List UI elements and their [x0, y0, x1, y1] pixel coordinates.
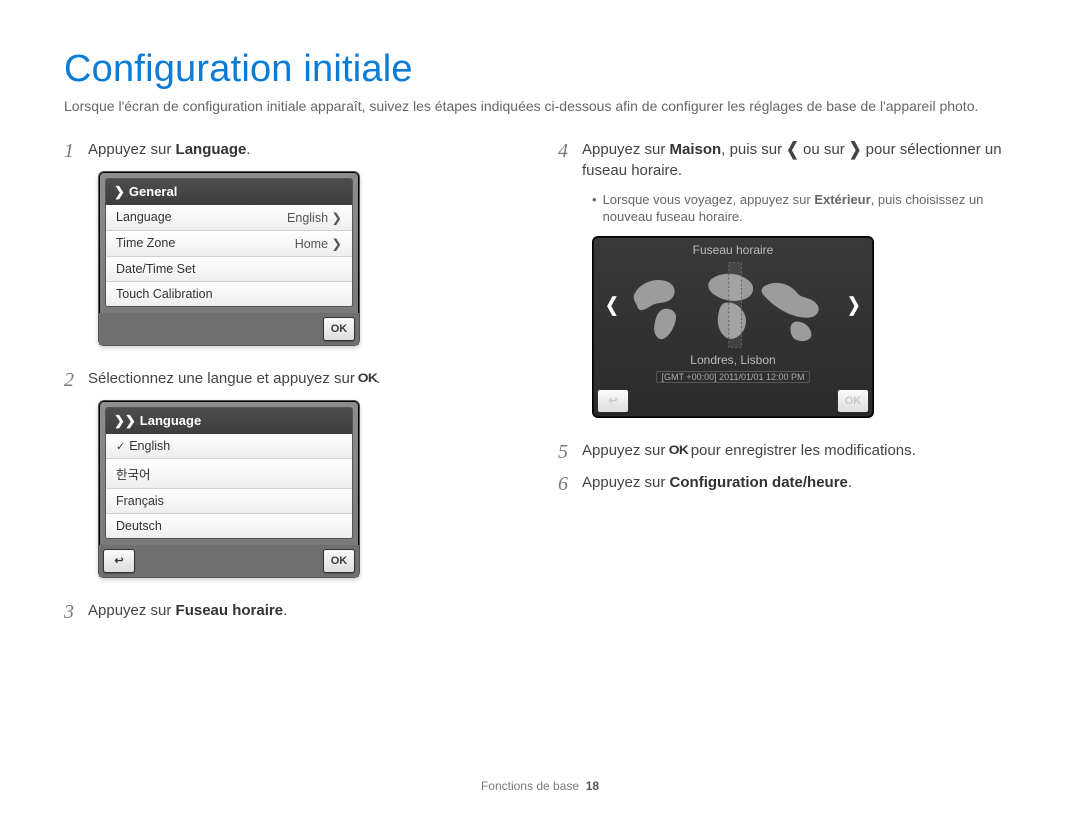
step-5: 5 Appuyez sur OK pour enregistrer les mo… — [558, 440, 1016, 462]
step-4: 4 Appuyez sur Maison, puis sur ❮ ou sur … — [558, 139, 1016, 181]
step-mid: , puis sur — [721, 141, 786, 158]
step-text: Appuyez sur Language. — [88, 139, 251, 160]
chevron-right-icon: ❯ — [849, 136, 862, 161]
option-label: English — [129, 439, 170, 453]
option-label: Deutsch — [116, 519, 162, 533]
step-3: 3 Appuyez sur Fuseau horaire. — [64, 600, 522, 622]
world-title: Fuseau horaire — [593, 237, 873, 259]
step-pre: Appuyez sur — [88, 141, 176, 158]
step-1: 1 Appuyez sur Language. — [64, 139, 522, 161]
chevron-right-icon: ❯ — [114, 184, 125, 200]
option-label: 한국어 — [116, 464, 151, 483]
step-pre: Appuyez sur — [582, 442, 670, 459]
step-text: Appuyez sur Fuseau horaire. — [88, 600, 287, 621]
step-number: 1 — [64, 139, 80, 161]
setting-row-datetime[interactable]: Date/Time Set — [106, 256, 352, 281]
ok-button[interactable]: OK — [837, 389, 869, 413]
chevron-left-icon: ❮ — [786, 136, 799, 161]
step-number: 5 — [558, 440, 574, 462]
chevron-right-icon: ❯ — [847, 293, 860, 317]
note-bold: Extérieur — [814, 192, 870, 207]
step-pre: Appuyez sur — [582, 141, 670, 158]
ok-button[interactable]: OK — [323, 317, 355, 341]
step-text: Appuyez sur OK pour enregistrer les modi… — [582, 440, 916, 461]
header-label: Language — [140, 413, 201, 428]
row-value: English ❯ — [287, 210, 342, 225]
step-bold: Language — [176, 141, 247, 158]
step-number: 4 — [558, 139, 574, 161]
step-number: 6 — [558, 472, 574, 494]
step-pre: Appuyez sur — [582, 474, 670, 491]
row-label: Date/Time Set — [116, 262, 195, 276]
step-bold: Fuseau horaire — [176, 602, 284, 619]
footer-section: Fonctions de base — [481, 779, 579, 793]
step-text: Appuyez sur Configuration date/heure. — [582, 472, 852, 493]
world-map-icon — [627, 259, 839, 351]
general-settings-mock: ❯ General Language English ❯ Time Zone H… — [98, 171, 360, 346]
step-number: 2 — [64, 368, 80, 390]
step-mid: ou sur — [799, 141, 849, 158]
ok-icon: OK — [668, 442, 688, 459]
language-option-english[interactable]: ✓ English — [106, 434, 352, 458]
row-label: Language — [116, 210, 172, 224]
note-pre: Lorsque vous voyagez, appuyez sur — [603, 192, 815, 207]
step-text: Appuyez sur Maison, puis sur ❮ ou sur ❯ … — [582, 139, 1016, 181]
header-label: General — [129, 184, 177, 199]
setting-row-language[interactable]: Language English ❯ — [106, 205, 352, 230]
language-option-francais[interactable]: Français — [106, 488, 352, 513]
language-option-korean[interactable]: 한국어 — [106, 458, 352, 488]
row-label: Touch Calibration — [116, 287, 213, 301]
mock-header: ❯❯ Language — [106, 408, 352, 434]
mock-header: ❯ General — [106, 179, 352, 205]
back-button[interactable]: ↩ — [103, 549, 135, 573]
chevron-double-icon: ❯❯ — [114, 413, 136, 429]
back-button[interactable]: ↩ — [597, 389, 629, 413]
right-column: 4 Appuyez sur Maison, puis sur ❮ ou sur … — [558, 135, 1016, 632]
check-icon: ✓ — [116, 441, 125, 453]
step-text: Sélectionnez une langue et appuyez sur O… — [88, 368, 380, 389]
page-footer: Fonctions de base 18 — [0, 779, 1080, 793]
step-pre: Appuyez sur — [88, 602, 176, 619]
step-4-note: • Lorsque vous voyagez, appuyez sur Exté… — [592, 191, 1016, 226]
row-label: Time Zone — [116, 236, 175, 250]
next-timezone-button[interactable]: ❯ — [843, 290, 865, 320]
chevron-right-icon: ❯ — [332, 237, 342, 251]
back-icon: ↩ — [608, 394, 617, 407]
bullet-icon: • — [592, 191, 597, 226]
setting-row-timezone[interactable]: Time Zone Home ❯ — [106, 230, 352, 256]
timezone-stamp: [GMT +00:00] 2011/01/01 12:00 PM — [656, 371, 809, 383]
ok-icon: OK — [358, 370, 378, 387]
ok-button[interactable]: OK — [323, 549, 355, 573]
intro-text: Lorsque l'écran de configuration initial… — [64, 97, 1016, 117]
step-bold: Configuration date/heure — [670, 474, 848, 491]
back-icon: ↩ — [114, 554, 123, 567]
step-post: pour enregistrer les modifications. — [687, 442, 916, 459]
page-title: Configuration initiale — [64, 48, 1016, 91]
row-value: Home ❯ — [295, 236, 342, 251]
footer-page-number: 18 — [586, 779, 599, 793]
chevron-right-icon: ❯ — [332, 211, 342, 225]
step-number: 3 — [64, 600, 80, 622]
setting-row-touch[interactable]: Touch Calibration — [106, 281, 352, 306]
timezone-world-mock: Fuseau horaire ❮ — [592, 236, 874, 418]
step-post: . — [283, 602, 287, 619]
step-pre: Sélectionnez une langue et appuyez sur — [88, 370, 359, 387]
left-column: 1 Appuyez sur Language. ❯ General Langua… — [64, 135, 522, 632]
chevron-left-icon: ❮ — [605, 293, 618, 317]
language-list-mock: ❯❯ Language ✓ English 한국어 Français — [98, 400, 360, 578]
option-label: Français — [116, 494, 164, 508]
step-2: 2 Sélectionnez une langue et appuyez sur… — [64, 368, 522, 390]
prev-timezone-button[interactable]: ❮ — [601, 290, 623, 320]
selected-city: Londres, Lisbon — [593, 351, 873, 367]
step-post: . — [848, 474, 852, 491]
step-6: 6 Appuyez sur Configuration date/heure. — [558, 472, 1016, 494]
language-option-deutsch[interactable]: Deutsch — [106, 513, 352, 538]
step-bold: Maison — [670, 141, 722, 158]
step-post: . — [246, 141, 250, 158]
